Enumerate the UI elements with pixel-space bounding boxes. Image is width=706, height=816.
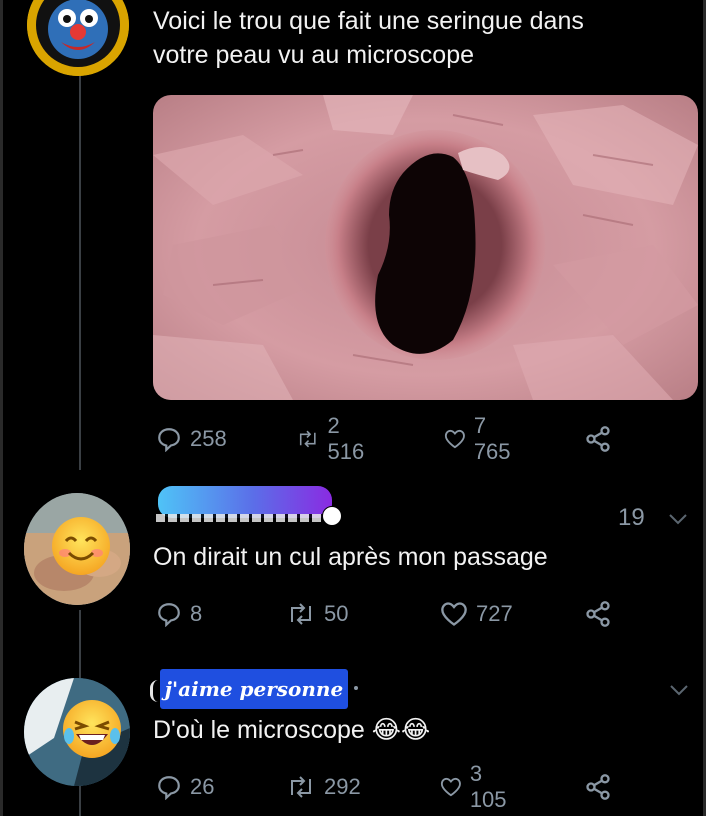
name-label: j'aime personne (164, 677, 344, 701)
reply-count: 26 (190, 774, 215, 799)
reply-count: 8 (190, 601, 203, 626)
reply-button[interactable]: 8 (156, 599, 202, 629)
like-icon (444, 429, 465, 449)
like-icon (441, 602, 467, 626)
like-button[interactable]: 7 765 (444, 413, 517, 464)
retweet-icon (291, 776, 311, 798)
reply-button[interactable]: 26 (156, 772, 214, 802)
chevron-down-icon[interactable] (667, 512, 689, 526)
share-button[interactable] (584, 599, 612, 629)
tweet-text-line: Voici le trou que fait une seringue dans (153, 7, 584, 35)
retweet-button[interactable]: 50 (286, 599, 348, 629)
like-count: 3 105 (469, 761, 507, 812)
reply-count: 258 (190, 426, 227, 451)
tweet-text-line: votre peau vu au microscope (153, 41, 475, 69)
like-count: 727 (476, 601, 513, 626)
share-icon (586, 426, 610, 452)
retweet-icon (299, 430, 316, 448)
reply-icon (158, 428, 180, 452)
laughing-emoji-icon (63, 700, 121, 758)
reply-button[interactable]: 258 (156, 424, 227, 454)
retweet-button[interactable]: 2 516 (296, 413, 371, 464)
tweet-text: D'où le microscope 😂😂 (153, 716, 431, 744)
chevron-down-icon[interactable] (668, 683, 690, 697)
retweet-count: 292 (324, 774, 361, 799)
retweet-count: 2 516 (327, 413, 365, 464)
skin-microscope-image (153, 95, 698, 400)
username-fragment (156, 514, 331, 524)
share-icon (586, 601, 610, 627)
like-button[interactable]: 3 105 (440, 761, 513, 812)
name-label-box: j'aime personne (160, 669, 348, 709)
thread-line (79, 610, 81, 680)
like-count: 7 765 (473, 413, 511, 464)
thread-line (79, 70, 81, 470)
reply-icon (158, 603, 180, 627)
share-icon (586, 774, 610, 800)
name-fragment (150, 680, 159, 702)
retweet-button[interactable]: 292 (286, 772, 361, 802)
tweet-time: 19 (618, 504, 645, 531)
separator-dot (354, 686, 358, 690)
reply-icon (158, 776, 180, 800)
microscope-photo[interactable] (153, 95, 698, 400)
like-button[interactable]: 727 (440, 599, 513, 629)
retweet-icon (291, 603, 311, 625)
soccer-ball-emoji-icon (322, 506, 342, 526)
tweet-text: Voici le trou que fait une seringue dans… (153, 4, 584, 72)
smiling-emoji-icon (52, 517, 110, 575)
retweet-count: 50 (324, 601, 349, 626)
tweet-text: On dirait un cul après mon passage (153, 543, 548, 571)
share-button[interactable] (584, 424, 612, 454)
share-button[interactable] (584, 772, 612, 802)
like-icon (440, 777, 461, 797)
